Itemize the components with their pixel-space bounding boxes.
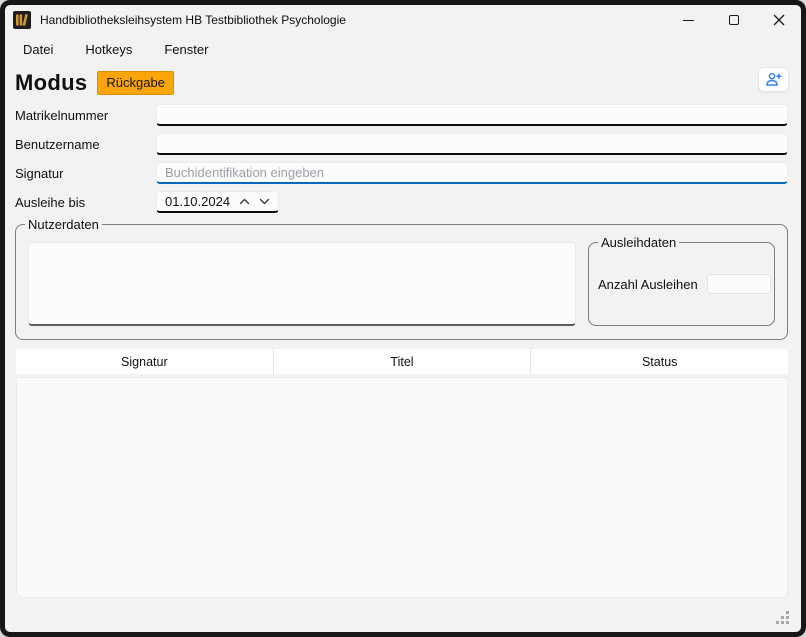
anzahl-row: Anzahl Ausleihen: [598, 251, 765, 317]
ausleihe-bis-label: Ausleihe bis: [15, 195, 156, 210]
maximize-icon: [729, 15, 739, 25]
minimize-icon: [683, 20, 694, 21]
menu-item-fenster[interactable]: Fenster: [164, 42, 208, 57]
date-spinner-up-button[interactable]: [234, 192, 254, 211]
results-table: Signatur Titel Status: [16, 349, 788, 598]
add-user-button[interactable]: [758, 67, 789, 92]
date-spinner-value: 01.10.2024: [165, 194, 234, 209]
form-row-benutzername: Benutzername: [15, 133, 788, 155]
benutzername-input[interactable]: [156, 133, 788, 155]
app-window: Handbibliotheksleihsystem HB Testbibliot…: [0, 0, 806, 637]
window-title: Handbibliotheksleihsystem HB Testbibliot…: [40, 13, 346, 27]
matrikelnummer-input[interactable]: [156, 104, 788, 126]
anzahl-ausleihen-label: Anzahl Ausleihen: [598, 277, 698, 292]
mode-row: Modus Rückgabe: [5, 66, 801, 100]
close-button[interactable]: [756, 5, 801, 35]
form-row-ausleihe-bis: Ausleihe bis 01.10.2024: [15, 191, 788, 213]
date-spinner-down-button[interactable]: [254, 192, 274, 211]
title-bar: Handbibliotheksleihsystem HB Testbibliot…: [5, 5, 801, 35]
window-controls: [666, 5, 801, 35]
nutzerdaten-textarea[interactable]: [28, 242, 576, 326]
mode-badge[interactable]: Rückgabe: [97, 71, 174, 95]
column-header-titel[interactable]: Titel: [274, 349, 532, 374]
close-icon: [773, 14, 785, 26]
form-row-matrikelnummer: Matrikelnummer: [15, 104, 788, 126]
menu-item-hotkeys[interactable]: Hotkeys: [85, 42, 132, 57]
column-header-signatur[interactable]: Signatur: [16, 349, 274, 374]
resize-grip-icon: [775, 610, 778, 613]
form-row-signatur: Signatur: [15, 162, 788, 184]
nutzerdaten-title: Nutzerdaten: [25, 217, 102, 232]
maximize-button[interactable]: [711, 5, 756, 35]
signatur-label: Signatur: [15, 166, 156, 181]
nutzerdaten-content: Ausleihdaten Anzahl Ausleihen: [28, 242, 775, 326]
resize-grip[interactable]: [775, 610, 790, 625]
column-header-status[interactable]: Status: [531, 349, 788, 374]
person-add-icon: [765, 72, 782, 87]
results-table-body: [16, 377, 788, 598]
ausleihdaten-groupbox: Ausleihdaten Anzahl Ausleihen: [588, 242, 775, 326]
lending-form: Matrikelnummer Benutzername Signatur Aus…: [5, 100, 801, 213]
chevron-down-icon: [259, 198, 270, 205]
minimize-button[interactable]: [666, 5, 711, 35]
matrikelnummer-label: Matrikelnummer: [15, 108, 156, 123]
benutzername-label: Benutzername: [15, 137, 156, 152]
ausleihdaten-title: Ausleihdaten: [598, 235, 679, 250]
page-title: Modus: [15, 70, 87, 96]
signatur-input[interactable]: [156, 162, 788, 184]
nutzerdaten-groupbox: Nutzerdaten Ausleihdaten Anzahl Ausleihe…: [15, 224, 788, 340]
anzahl-ausleihen-input[interactable]: [707, 274, 771, 294]
menu-bar: Datei Hotkeys Fenster: [5, 35, 801, 66]
menu-item-datei[interactable]: Datei: [23, 42, 53, 57]
table-header-row: Signatur Titel Status: [16, 349, 788, 374]
chevron-up-icon: [239, 198, 250, 205]
app-icon: [13, 11, 31, 29]
date-spinner[interactable]: 01.10.2024: [156, 191, 279, 213]
